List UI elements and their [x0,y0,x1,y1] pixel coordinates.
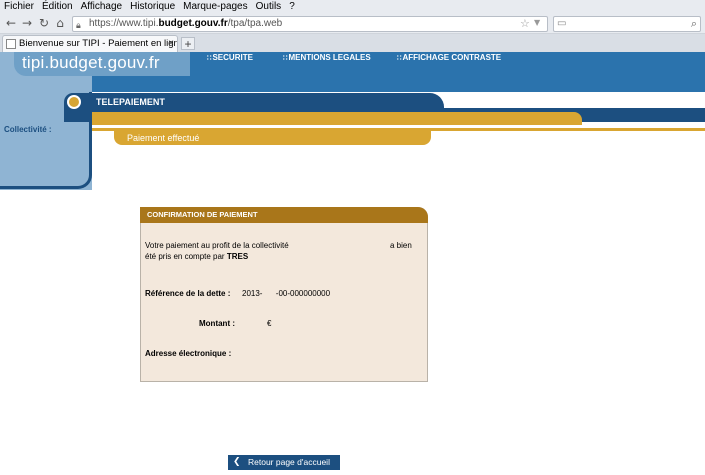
montant-currency: € [267,319,272,328]
browser-menubar: Fichier Édition Affichage Historique Mar… [0,0,705,14]
forward-arrow-icon[interactable]: → [20,16,34,30]
home-icon[interactable]: ⌂ [53,16,67,30]
retour-accueil-button[interactable]: ❮ Retour page d'accueil [228,455,340,470]
new-tab-button[interactable]: + [181,37,195,50]
url-bar[interactable]: 🔒︎ https://www.tipi.budget.gouv.fr/tpa/t… [72,16,548,32]
reference-label-text: Référence de la dette : [145,289,231,298]
collectivite-label: Collectivité : [4,125,52,134]
page-favicon-icon [6,39,16,49]
confirmation-line2-bold: TRES [226,252,249,261]
back-arrow-icon[interactable]: ← [4,16,18,30]
link-mentions-legales[interactable]: ∷ MENTIONS LEGALES [283,53,371,62]
browser-tabbar: Bienvenue sur TIPI - Paiement en ligne d… [0,34,705,52]
search-input[interactable]: ▭ ⌕ [553,16,701,32]
section-title: TELEPAIEMENT [96,97,165,107]
bookmark-star-icon[interactable]: ☆ [520,17,530,30]
confirmation-line2: été pris en compte par TRES [145,252,248,261]
menu-edition[interactable]: Édition [42,0,73,14]
circle-bullet-icon [67,95,81,109]
tab-close-icon[interactable]: × [168,36,174,52]
confirmation-line1: Votre paiement au profit de la collectiv… [145,241,289,250]
reference-label: Référence de la dette : [145,289,230,298]
menu-affichage[interactable]: Affichage [81,0,123,14]
menu-marque-pages[interactable]: Marque-pages [183,0,247,14]
lock-icon: 🔒︎ [76,20,81,30]
search-engine-icon[interactable]: ▭ [557,18,566,29]
confirmation-line2-text: été pris en compte par [145,252,225,261]
menu-historique[interactable]: Historique [130,0,175,14]
tab-tipi[interactable]: Bienvenue sur TIPI - Paiement en ligne d… [2,35,178,52]
link-securite-label: SECURITE [212,53,253,62]
browser-navbar: ← → ↻ ⌂ 🔒︎ https://www.tipi.budget.gouv.… [0,14,705,34]
link-affichage-label: AFFICHAGE CONTRASTE [402,53,502,62]
confirmation-line1-end: a bien [390,241,412,250]
email-label: Adresse électronique : [145,349,231,358]
retour-accueil-label: Retour page d'accueil [248,457,330,467]
montant-label: Montant : [199,319,235,328]
reload-icon[interactable]: ↻ [37,16,51,30]
search-icon[interactable]: ⌕ [691,17,697,31]
montant-label-text: Montant : [199,319,235,328]
confirmation-title: CONFIRMATION DE PAIEMENT [147,210,258,219]
status-tab-label: Paiement effectué [127,133,200,143]
page: Fichier Édition Affichage Historique Mar… [0,0,705,475]
url-dropdown-icon[interactable]: ▼ [534,18,540,27]
link-affichage-contraste[interactable]: ∷ AFFICHAGE CONTRASTE [397,53,501,62]
menu-help[interactable]: ? [289,0,295,14]
gold-bar [92,112,582,125]
divider [92,125,705,126]
dots-icon: ∷ [283,55,288,62]
reference-value: 2013- -00-000000000 [242,289,331,298]
link-mentions-label: MENTIONS LEGALES [288,53,371,62]
dots-icon: ∷ [397,55,402,62]
menu-fichier[interactable]: Fichier [4,0,34,14]
link-securite[interactable]: ∷ SECURITE [207,53,253,62]
url-domain: budget.gouv.fr [158,18,228,29]
chevron-left-icon: ❮ [233,457,241,467]
url-prefix: https://www.tipi. [89,18,159,29]
menu-outils[interactable]: Outils [256,0,282,14]
url-path: /tpa/tpa.web [227,18,283,29]
site-logo[interactable]: tipi.budget.gouv.fr [22,53,160,73]
tab-title: Bienvenue sur TIPI - Paiement en ligne d… [19,38,177,49]
dots-icon: ∷ [207,55,212,62]
email-label-text: Adresse électronique : [145,349,232,358]
